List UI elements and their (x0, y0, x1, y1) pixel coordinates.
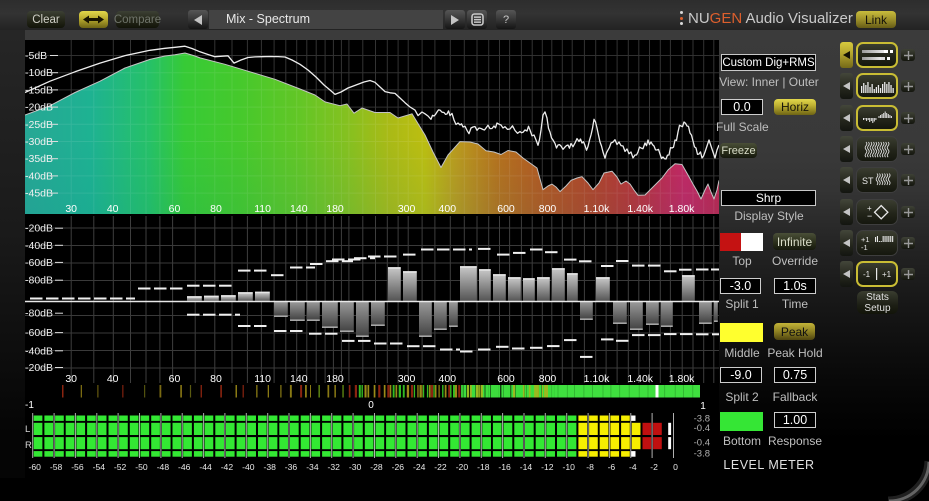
svg-text:300: 300 (398, 373, 416, 385)
svg-text:1.10k: 1.10k (584, 203, 610, 214)
svg-text:-38: -38 (263, 462, 276, 472)
svg-text:180: 180 (326, 373, 344, 385)
svg-text:80: 80 (210, 373, 222, 385)
svg-text:110: 110 (254, 373, 271, 385)
svg-text:-35dB: -35dB (25, 153, 53, 165)
svg-text:-2: -2 (650, 462, 658, 472)
svg-text:-28: -28 (370, 462, 383, 472)
svg-text:-56: -56 (71, 462, 84, 472)
svg-text:1.10k: 1.10k (584, 373, 610, 385)
svg-text:-0.4: -0.4 (694, 438, 710, 449)
svg-text:-45dB: -45dB (25, 188, 53, 200)
svg-text:-60dB: -60dB (25, 257, 53, 269)
svg-text:-44: -44 (199, 462, 212, 472)
svg-text:-60dB: -60dB (25, 327, 53, 339)
svg-text:-22: -22 (434, 462, 447, 472)
svg-text:-60: -60 (28, 462, 41, 472)
svg-text:−: − (867, 211, 872, 221)
svg-text:140: 140 (290, 373, 308, 385)
svg-text:-20: -20 (456, 462, 469, 472)
svg-text:-26: -26 (392, 462, 405, 472)
svg-text:-10dB: -10dB (25, 67, 53, 79)
svg-text:30: 30 (65, 373, 77, 385)
svg-text:800: 800 (539, 373, 557, 385)
svg-text:40: 40 (107, 373, 119, 385)
svg-text:1.40k: 1.40k (627, 203, 653, 214)
svg-text:-54: -54 (93, 462, 106, 472)
svg-text:0: 0 (368, 400, 374, 411)
svg-text:-40dB: -40dB (25, 170, 53, 182)
svg-text:-30dB: -30dB (25, 136, 53, 148)
svg-text:ST: ST (862, 176, 874, 186)
svg-text:300: 300 (398, 203, 416, 214)
svg-text:-32: -32 (327, 462, 340, 472)
svg-text:-0.4: -0.4 (694, 423, 710, 434)
svg-text:-42: -42 (221, 462, 234, 472)
svg-text:800: 800 (539, 203, 557, 214)
svg-text:-14: -14 (520, 462, 533, 472)
svg-text:30: 30 (65, 203, 77, 214)
svg-text:600: 600 (497, 373, 515, 385)
svg-text:-52: -52 (114, 462, 127, 472)
svg-text:-20dB: -20dB (25, 362, 53, 374)
svg-text:60: 60 (169, 373, 181, 385)
svg-text:-24: -24 (413, 462, 426, 472)
svg-text:-48: -48 (157, 462, 170, 472)
svg-text:-8: -8 (586, 462, 594, 472)
svg-text:-18: -18 (477, 462, 490, 472)
svg-text:-5dB: -5dB (25, 50, 47, 62)
svg-text:-50: -50 (135, 462, 148, 472)
svg-text:-40dB: -40dB (25, 240, 53, 252)
svg-text:L: L (25, 424, 30, 435)
svg-text:400: 400 (439, 203, 457, 214)
svg-text:1.80k: 1.80k (669, 373, 695, 385)
svg-text:-1: -1 (861, 243, 868, 252)
svg-text:140: 140 (290, 203, 308, 214)
svg-text:-36: -36 (285, 462, 298, 472)
svg-text:-20dB: -20dB (25, 102, 53, 114)
svg-text:-25dB: -25dB (25, 119, 53, 131)
svg-text:+1: +1 (882, 270, 892, 279)
svg-text:1.80k: 1.80k (669, 203, 695, 214)
svg-text:400: 400 (439, 373, 457, 385)
svg-text:-46: -46 (178, 462, 191, 472)
svg-text:-10: -10 (562, 462, 575, 472)
svg-text:R: R (25, 440, 32, 451)
svg-text:-1: -1 (863, 270, 871, 279)
svg-text:40: 40 (107, 203, 119, 214)
svg-text:60: 60 (169, 203, 181, 214)
svg-text:1.40k: 1.40k (627, 373, 653, 385)
svg-text:-6: -6 (608, 462, 616, 472)
svg-text:-40dB: -40dB (25, 345, 53, 357)
svg-text:-12: -12 (541, 462, 554, 472)
svg-text:80: 80 (210, 203, 222, 214)
svg-text:1: 1 (700, 401, 706, 412)
svg-text:0: 0 (673, 462, 678, 472)
svg-text:-34: -34 (306, 462, 319, 472)
svg-text:-3.8: -3.8 (694, 449, 710, 460)
svg-text:110: 110 (254, 203, 271, 214)
svg-text:-58: -58 (50, 462, 63, 472)
svg-text:-16: -16 (498, 462, 511, 472)
svg-text:-80dB: -80dB (25, 308, 53, 320)
svg-text:-40: -40 (242, 462, 255, 472)
svg-text:-20dB: -20dB (25, 223, 53, 235)
svg-text:600: 600 (497, 203, 515, 214)
svg-text:-1: -1 (25, 400, 34, 411)
svg-text:-4: -4 (629, 462, 637, 472)
svg-text:-30: -30 (349, 462, 362, 472)
svg-text:-80dB: -80dB (25, 275, 53, 287)
svg-text:180: 180 (326, 203, 344, 214)
